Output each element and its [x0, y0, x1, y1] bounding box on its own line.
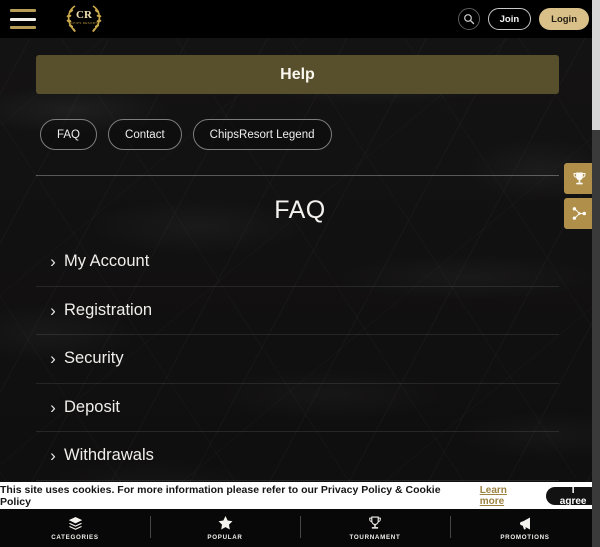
cookie-message: This site uses cookies. For more informa… [0, 483, 441, 508]
nav-tournament[interactable]: TOURNAMENT [300, 509, 450, 547]
hamburger-line-1 [10, 9, 36, 12]
faq-accordion: › My Account › Registration › Security ›… [36, 238, 559, 481]
chevron-right-icon: › [50, 252, 56, 272]
accordion-item-withdrawals[interactable]: › Withdrawals [36, 432, 559, 481]
accordion-label: My Account [64, 252, 150, 271]
trophy-icon [573, 172, 586, 185]
help-banner-title: Help [280, 65, 315, 83]
bottom-navigation: CATEGORIES POPULAR TOURNAMENT PROMOTIONS [0, 509, 600, 547]
accordion-item-security[interactable]: › Security [36, 335, 559, 384]
nav-popular[interactable]: POPULAR [150, 509, 300, 547]
tab-faq[interactable]: FAQ [40, 119, 98, 150]
section-divider [36, 175, 559, 176]
bracket-icon [572, 207, 587, 220]
help-tabs: FAQ Contact ChipsResort Legend [40, 119, 332, 150]
side-tab-tournament[interactable] [564, 163, 595, 194]
side-tab-bracket[interactable] [564, 198, 595, 229]
nav-label: POPULAR [207, 533, 243, 541]
nav-label: TOURNAMENT [349, 533, 401, 541]
page-title: FAQ [274, 196, 326, 224]
accordion-label: Deposit [64, 397, 120, 416]
nav-label: PROMOTIONS [500, 533, 550, 541]
accordion-item-registration[interactable]: › Registration [36, 287, 559, 335]
chevron-right-icon: › [50, 446, 56, 466]
accordion-label: Registration [64, 300, 153, 319]
hamburger-icon[interactable] [10, 9, 36, 29]
search-icon[interactable] [457, 8, 480, 30]
chevron-right-icon: › [50, 300, 56, 320]
star-icon [217, 516, 234, 531]
join-button[interactable]: Join [487, 8, 532, 30]
site-logo[interactable]: CR CHIPS RESORT [60, 1, 108, 37]
tab-chipsresort-legend[interactable]: ChipsResort Legend [192, 119, 332, 150]
logo-subtitle: CHIPS RESORT [71, 21, 98, 25]
magnifier-glyph [463, 14, 474, 25]
laurel-wreath-icon: CR CHIPS RESORT [66, 5, 102, 32]
help-banner: Help [36, 55, 559, 94]
side-float-tabs [564, 163, 595, 229]
learn-more-link[interactable]: Learn more [480, 485, 534, 507]
megaphone-icon [517, 516, 534, 531]
chevron-right-icon: › [50, 397, 56, 417]
trophy-icon [367, 516, 383, 531]
nav-promotions[interactable]: PROMOTIONS [450, 509, 600, 547]
accordion-label: Withdrawals [64, 446, 154, 465]
header-actions: Join Login [457, 8, 600, 30]
chevron-right-icon: › [50, 349, 56, 369]
logo-initials: CR [76, 9, 93, 21]
scrollbar-thumb[interactable] [592, 0, 600, 130]
layers-icon [67, 516, 84, 531]
accordion-item-my-account[interactable]: › My Account [36, 238, 559, 287]
cookie-banner: This site uses cookies. For more informa… [0, 482, 600, 509]
login-button[interactable]: Login [539, 8, 589, 30]
nav-categories[interactable]: CATEGORIES [0, 509, 150, 547]
nav-label: CATEGORIES [51, 533, 99, 541]
accordion-label: Security [64, 349, 124, 368]
hamburger-line-3 [10, 26, 36, 29]
tab-contact[interactable]: Contact [108, 119, 182, 150]
accordion-item-deposit[interactable]: › Deposit [36, 384, 559, 432]
top-header: CR CHIPS RESORT Join Login [0, 0, 600, 38]
page-root: CR CHIPS RESORT Join Login Help FAQ Cont… [0, 0, 600, 547]
hamburger-line-2 [10, 17, 36, 21]
